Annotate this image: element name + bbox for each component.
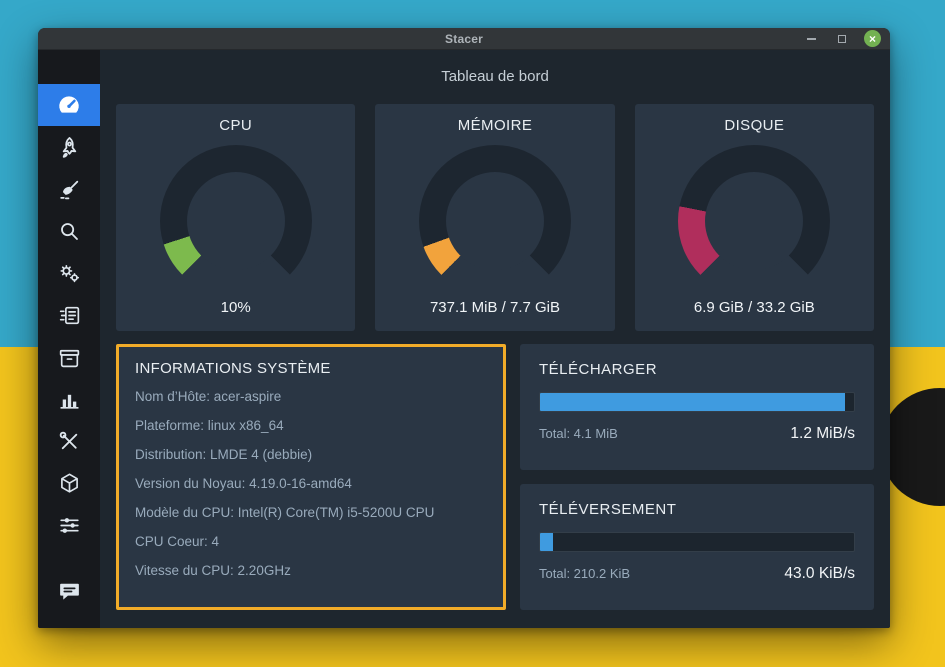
upload-title: TÉLÉVERSEMENT (539, 501, 855, 518)
sidebar-item-helpers[interactable] (38, 420, 100, 462)
upload-bar-fill (540, 533, 553, 551)
sidebar-item-services[interactable] (38, 252, 100, 294)
memory-gauge (419, 145, 571, 297)
upload-panel: TÉLÉVERSEMENT Total: 210.2 KiB 43.0 KiB/… (520, 484, 874, 610)
minimize-icon (807, 38, 816, 40)
cube-icon (57, 471, 82, 496)
bottom-row: INFORMATIONS SYSTÈME Nom d’Hôte: acer-as… (116, 344, 874, 610)
cpu-gauge (160, 145, 312, 297)
tools-icon (57, 429, 82, 454)
sidebar-item-uninstaller[interactable] (38, 336, 100, 378)
gauge-row: CPU 10% MÉMOIRE 737.1 MiB / 7.7 GiB DISQ… (116, 104, 874, 331)
disk-card-title: DISQUE (724, 117, 784, 134)
info-hostname: Nom d’Hôte: acer-aspire (135, 382, 487, 411)
chat-bubble-icon (57, 579, 82, 604)
close-icon: × (869, 33, 876, 45)
rocket-icon (57, 135, 82, 160)
minimize-button[interactable] (802, 30, 820, 48)
restore-icon (838, 35, 846, 43)
download-speed: 1.2 MiB/s (790, 425, 855, 443)
sidebar-item-settings[interactable] (38, 504, 100, 546)
sidebar (38, 50, 100, 628)
bar-chart-icon (57, 387, 82, 412)
sidebar-item-feedback[interactable] (38, 570, 100, 612)
window-title: Stacer (38, 32, 890, 46)
disk-gauge-value: 6.9 GiB / 33.2 GiB (694, 299, 815, 316)
download-total: Total: 4.1 MiB (539, 426, 618, 441)
sidebar-item-search[interactable] (38, 210, 100, 252)
cpu-card: CPU 10% (116, 104, 355, 331)
broom-icon (57, 177, 82, 202)
close-button[interactable]: × (864, 30, 881, 47)
download-panel: TÉLÉCHARGER Total: 4.1 MiB 1.2 MiB/s (520, 344, 874, 470)
process-list-icon (57, 303, 82, 328)
sliders-icon (57, 513, 82, 538)
download-bar-fill (540, 393, 845, 411)
sidebar-item-startup-apps[interactable] (38, 126, 100, 168)
info-distribution: Distribution: LMDE 4 (debbie) (135, 440, 487, 469)
info-kernel: Version du Noyau: 4.19.0-16-amd64 (135, 469, 487, 498)
package-box-icon (57, 345, 82, 370)
sidebar-item-resources[interactable] (38, 378, 100, 420)
sidebar-item-system-cleaner[interactable] (38, 168, 100, 210)
sidebar-item-processes[interactable] (38, 294, 100, 336)
sidebar-item-dashboard[interactable] (38, 84, 100, 126)
stacer-window: Stacer × (38, 28, 890, 628)
restore-button[interactable] (833, 30, 851, 48)
system-info-panel: INFORMATIONS SYSTÈME Nom d’Hôte: acer-as… (116, 344, 506, 610)
window-body: Tableau de bord CPU 10% MÉMOIRE 737.1 Mi… (38, 50, 890, 628)
cpu-card-title: CPU (219, 117, 252, 134)
upload-speed: 43.0 KiB/s (784, 565, 855, 583)
magnifier-icon (57, 219, 81, 243)
info-cpu-speed: Vitesse du CPU: 2.20GHz (135, 556, 487, 585)
download-title: TÉLÉCHARGER (539, 361, 855, 378)
titlebar[interactable]: Stacer × (38, 28, 890, 50)
upload-total: Total: 210.2 KiB (539, 566, 630, 581)
cpu-gauge-value: 10% (221, 299, 251, 316)
download-stats: Total: 4.1 MiB 1.2 MiB/s (539, 425, 855, 443)
gears-icon (57, 261, 82, 286)
memory-gauge-value: 737.1 MiB / 7.7 GiB (430, 299, 560, 316)
speedometer-icon (56, 92, 82, 118)
info-platform: Plateforme: linux x86_64 (135, 411, 487, 440)
network-column: TÉLÉCHARGER Total: 4.1 MiB 1.2 MiB/s TÉL… (520, 344, 874, 610)
page-title: Tableau de bord (116, 50, 874, 104)
info-cpu-model: Modèle du CPU: Intel(R) Core(TM) i5-5200… (135, 498, 487, 527)
disk-gauge (678, 145, 830, 297)
dashboard-page: Tableau de bord CPU 10% MÉMOIRE 737.1 Mi… (100, 50, 890, 628)
upload-progress (539, 532, 855, 552)
memory-card-title: MÉMOIRE (458, 117, 532, 134)
memory-card: MÉMOIRE 737.1 MiB / 7.7 GiB (375, 104, 614, 331)
download-progress (539, 392, 855, 412)
disk-card: DISQUE 6.9 GiB / 33.2 GiB (635, 104, 874, 331)
upload-stats: Total: 210.2 KiB 43.0 KiB/s (539, 565, 855, 583)
window-controls: × (802, 30, 881, 48)
info-cpu-cores: CPU Coeur: 4 (135, 527, 487, 556)
sidebar-item-packages[interactable] (38, 462, 100, 504)
system-info-title: INFORMATIONS SYSTÈME (135, 360, 487, 377)
